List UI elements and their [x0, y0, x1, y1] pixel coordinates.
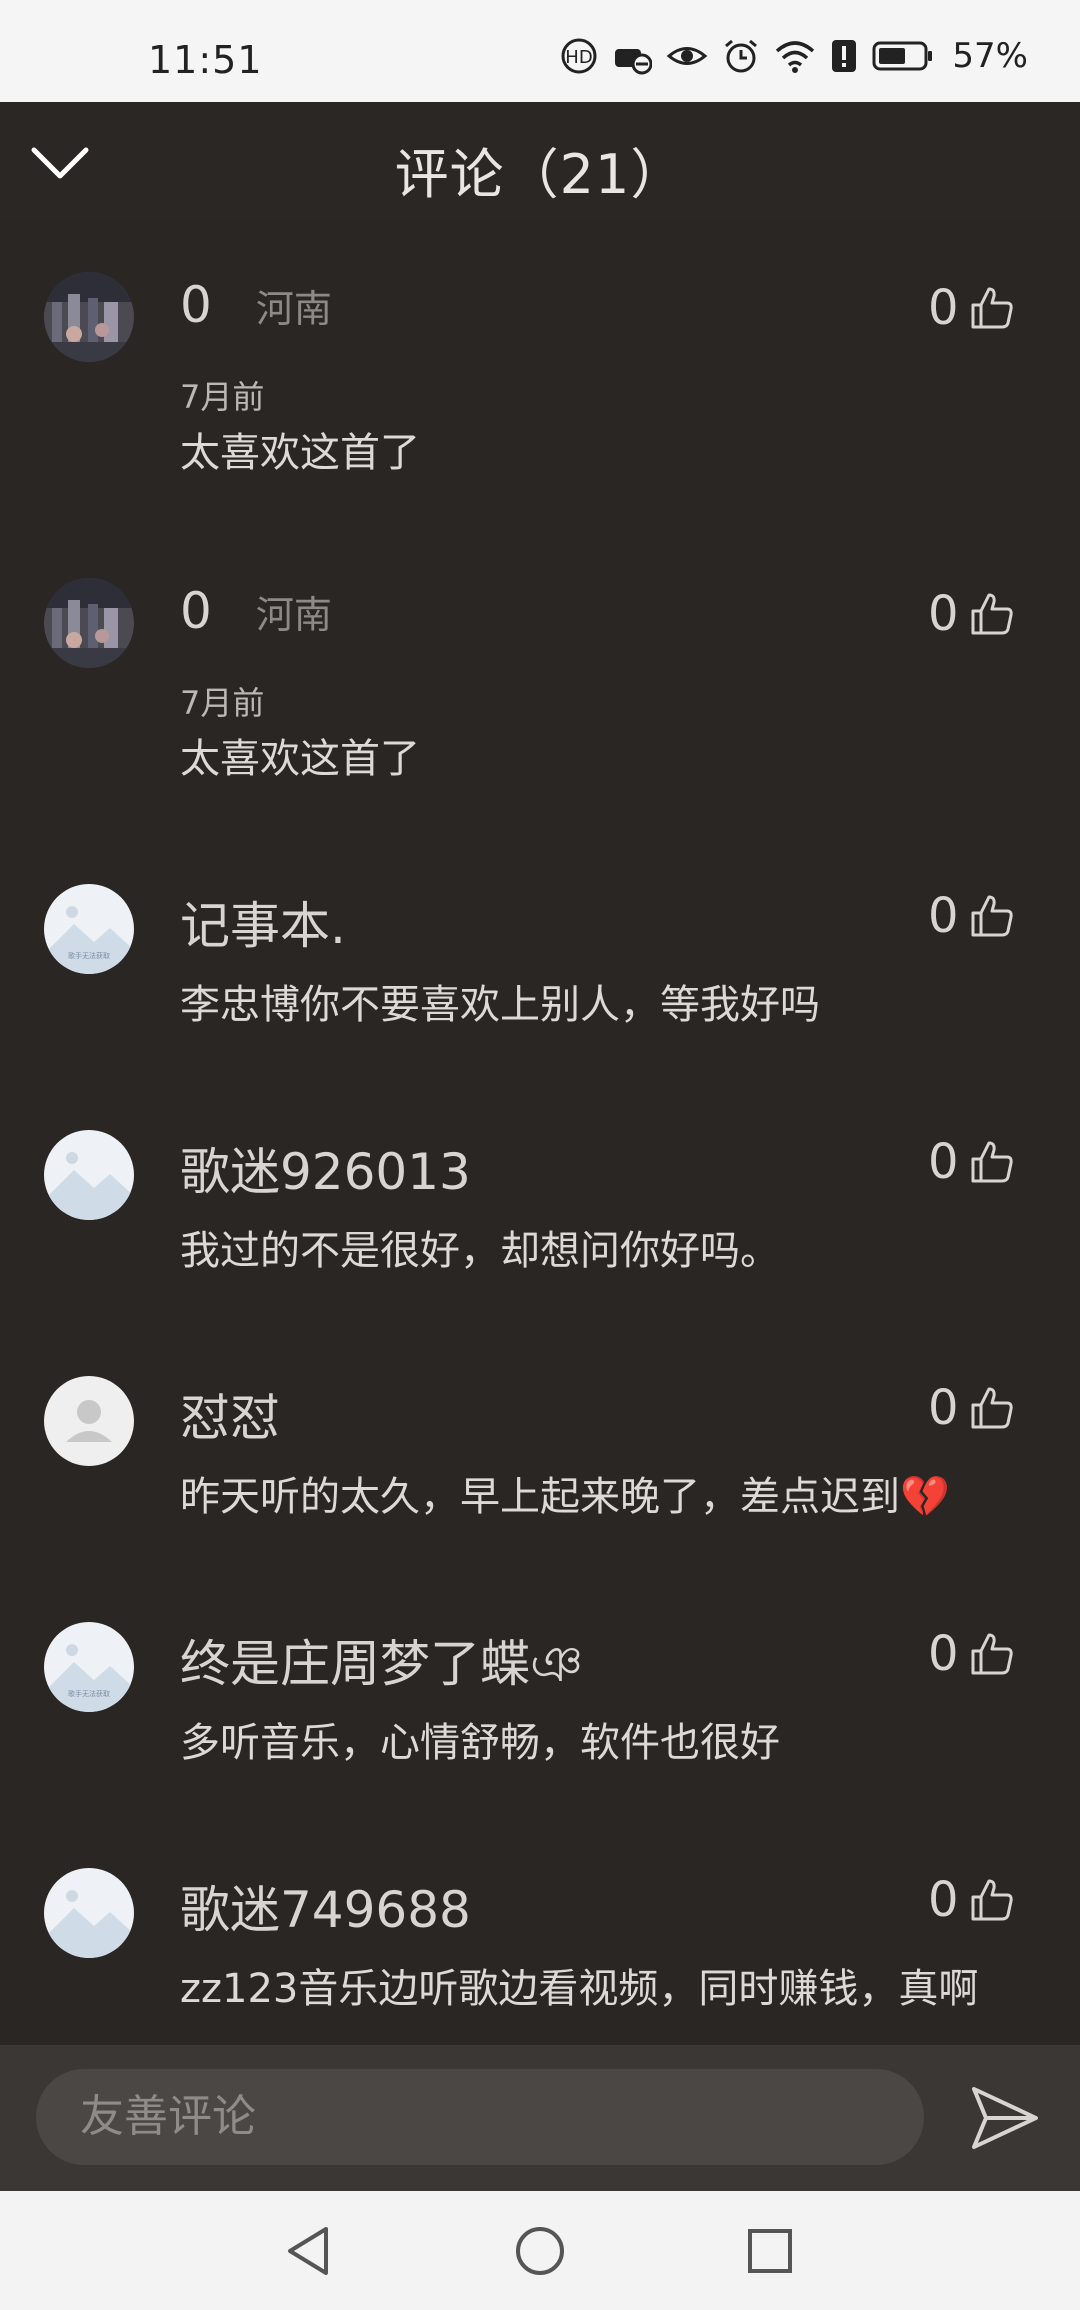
- thumbs-up-icon: [969, 1385, 1015, 1431]
- thumbs-up-icon: [969, 1631, 1015, 1677]
- like-button[interactable]: 0: [928, 888, 1015, 944]
- svg-text:HD: HD: [566, 47, 593, 68]
- list-item: 歌手无法获取 记事本. 李忠博你不要喜欢上别人，等我好吗 0: [0, 832, 1080, 1078]
- svg-text:歌手无法获取: 歌手无法获取: [68, 1689, 110, 1698]
- like-count: 0: [928, 1380, 959, 1436]
- avatar[interactable]: 歌手无法获取: [44, 884, 134, 974]
- comment-username[interactable]: 歌迷926013: [180, 1132, 471, 1204]
- battery-percent: 57%: [952, 36, 1028, 76]
- like-button[interactable]: 0: [928, 1626, 1015, 1682]
- thumbs-up-icon: [969, 591, 1015, 637]
- like-button[interactable]: 0: [928, 280, 1015, 336]
- list-item: 歌手无法获取 终是庄周梦了蝶ঞ 多听音乐，心情舒畅，软件也很好 0: [0, 1570, 1080, 1816]
- recents-square-icon[interactable]: [746, 2225, 794, 2281]
- car-mode-icon: [612, 37, 653, 75]
- like-count: 0: [928, 586, 959, 642]
- like-button[interactable]: 0: [928, 586, 1015, 642]
- avatar[interactable]: [44, 578, 134, 668]
- comment-date: 7月前: [180, 684, 265, 722]
- status-bar: 11:51 HD 57%: [0, 0, 1080, 102]
- page-title: 评论（21）: [394, 143, 686, 206]
- like-count: 0: [928, 1626, 959, 1682]
- alarm-icon: [722, 37, 760, 75]
- avatar[interactable]: 歌手无法获取: [44, 1622, 134, 1712]
- list-item: 歌迷926013 我过的不是很好，却想问你好吗。 0: [0, 1078, 1080, 1324]
- comment-text: 太喜欢这首了: [180, 430, 420, 476]
- comment-date: 7月前: [180, 378, 265, 416]
- comment-username[interactable]: 0 河南: [180, 582, 332, 640]
- comment-input[interactable]: [36, 2069, 924, 2165]
- system-nav-bar: [0, 2191, 1080, 2310]
- thumbs-up-icon: [969, 893, 1015, 939]
- back-triangle-icon[interactable]: [286, 2225, 330, 2281]
- list-item: 歌迷749688 zz123音乐边听歌边看视频，同时赚钱，真啊 0: [0, 1816, 1080, 2045]
- thumbs-up-icon: [969, 285, 1015, 331]
- comment-text: 太喜欢这首了: [180, 736, 420, 782]
- comment-text: 昨天听的太久，早上起来晚了，差点迟到💔: [180, 1474, 950, 1520]
- comment-text: 我过的不是很好，却想问你好吗。: [180, 1228, 780, 1274]
- comment-username[interactable]: 记事本.: [180, 886, 346, 958]
- avatar[interactable]: [44, 272, 134, 362]
- wifi-icon: [774, 37, 816, 75]
- status-time: 11:51: [148, 38, 263, 82]
- avatar[interactable]: [44, 1376, 134, 1466]
- comment-location: 河南: [255, 287, 332, 331]
- comment-text: 李忠博你不要喜欢上别人，等我好吗: [180, 982, 820, 1028]
- like-count: 0: [928, 888, 959, 944]
- avatar[interactable]: [44, 1130, 134, 1220]
- comment-username[interactable]: 歌迷749688: [180, 1870, 471, 1942]
- comment-text: zz123音乐边听歌边看视频，同时赚钱，真啊: [180, 1966, 979, 2012]
- alert-icon: [830, 37, 858, 75]
- like-button[interactable]: 0: [928, 1872, 1015, 1928]
- send-icon[interactable]: [968, 2083, 1042, 2153]
- like-button[interactable]: 0: [928, 1134, 1015, 1190]
- like-button[interactable]: 0: [928, 1380, 1015, 1436]
- hd-call-icon: HD: [560, 37, 598, 75]
- comment-username[interactable]: 终是庄周梦了蝶ঞ: [180, 1624, 583, 1710]
- thumbs-up-icon: [969, 1139, 1015, 1185]
- like-count: 0: [928, 1872, 959, 1928]
- comment-username[interactable]: 怼怼: [180, 1378, 280, 1450]
- status-icons: HD 57%: [560, 36, 1028, 76]
- comment-list[interactable]: 0 河南 7月前 太喜欢这首了 0 0 河南 7月前 太喜欢这首了 0 歌手无法…: [0, 220, 1080, 2045]
- comment-text: 多听音乐，心情舒畅，软件也很好: [180, 1720, 780, 1766]
- eye-icon: [666, 37, 708, 75]
- comments-header: 评论（21）: [0, 102, 1080, 220]
- like-count: 0: [928, 1134, 959, 1190]
- comment-username[interactable]: 0 河南: [180, 276, 332, 334]
- battery-icon: [872, 37, 934, 75]
- avatar[interactable]: [44, 1868, 134, 1958]
- list-item: 怼怼 昨天听的太久，早上起来晚了，差点迟到💔 0: [0, 1324, 1080, 1570]
- home-circle-icon[interactable]: [514, 2225, 566, 2281]
- svg-text:歌手无法获取: 歌手无法获取: [68, 951, 110, 960]
- comment-location: 河南: [255, 593, 332, 637]
- list-item: 0 河南 7月前 太喜欢这首了 0: [0, 220, 1080, 526]
- comment-input-bar: [0, 2045, 1080, 2191]
- like-count: 0: [928, 280, 959, 336]
- thumbs-up-icon: [969, 1877, 1015, 1923]
- list-item: 0 河南 7月前 太喜欢这首了 0: [0, 526, 1080, 832]
